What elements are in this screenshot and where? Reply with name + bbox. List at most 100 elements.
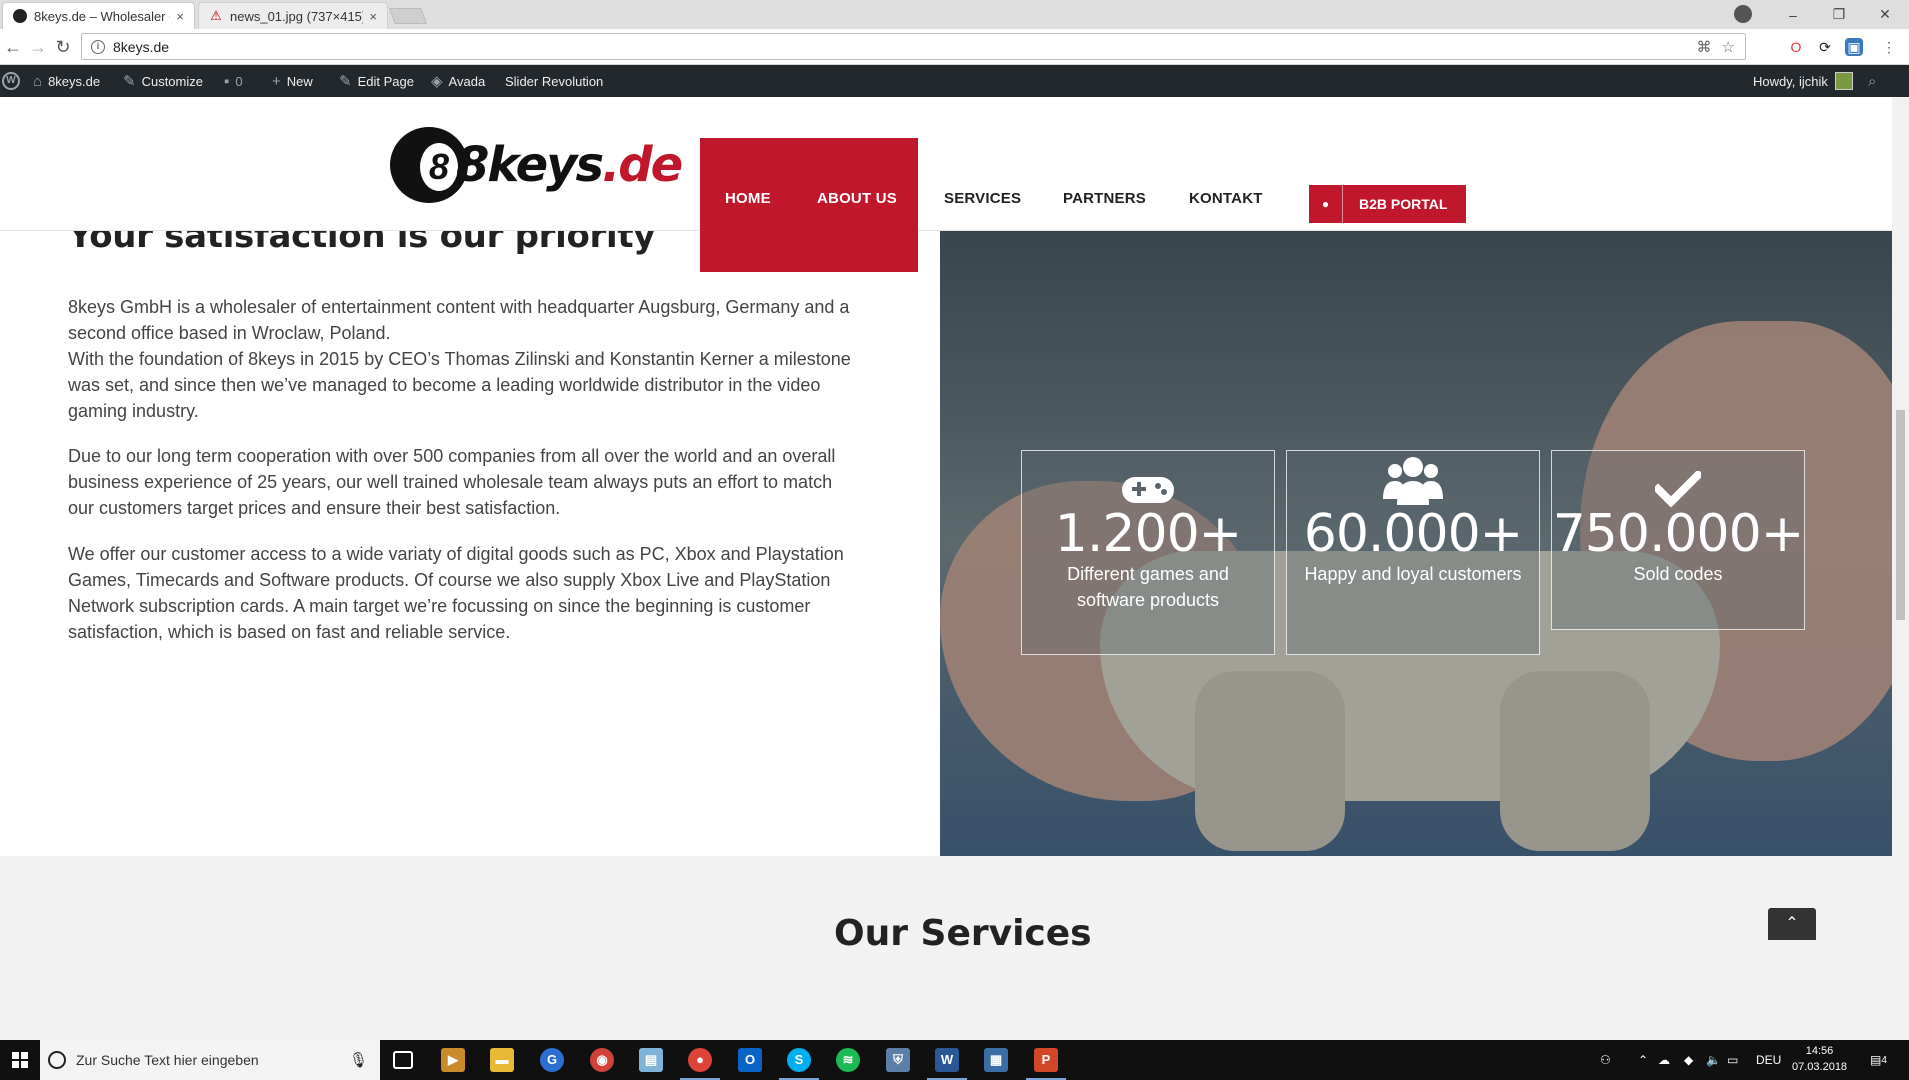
restore-button[interactable]: ❐ (1816, 0, 1862, 29)
app-shield-icon[interactable]: ⛨ (886, 1048, 910, 1072)
logo-text-accent: .de (602, 137, 683, 193)
wp-avada[interactable]: ◈ Avada (431, 65, 485, 97)
microphone-icon[interactable]: 🎙 (349, 1051, 368, 1069)
profile-icon[interactable] (1734, 5, 1752, 23)
nav-services[interactable]: SERVICES (944, 190, 1021, 207)
wp-site-name[interactable]: ⌂ 8keys.de (33, 65, 100, 97)
wp-admin-bar: W ⌂ 8keys.de ✎ Customize ▪ 0 + New ✎ Edi… (0, 65, 1909, 97)
wp-edit-page[interactable]: ✎ Edit Page (339, 65, 414, 97)
app-chart-icon[interactable]: ▦ (984, 1048, 1008, 1072)
sync-extension-icon[interactable]: ⟳ (1816, 38, 1834, 56)
app-globe-icon[interactable]: ◉ (590, 1048, 614, 1072)
clock-time: 14:56 (1805, 1045, 1834, 1057)
logo-wordmark: 8keys.de (456, 137, 683, 193)
notification-count: 4 (1881, 1054, 1887, 1066)
stat-label: Different games and software products (1067, 564, 1229, 610)
bookmark-star-icon[interactable]: ☆ (1722, 38, 1735, 56)
skype-icon[interactable]: S (779, 1048, 819, 1080)
tab-title: 8keys.de – Wholesaler Of (34, 8, 171, 24)
minimize-button[interactable]: – (1770, 0, 1816, 29)
gamepad-photo: 1.200+ Different games and software prod… (940, 231, 1892, 856)
new-label: New (286, 73, 313, 89)
start-button[interactable] (0, 1040, 40, 1080)
tab-close-icon[interactable]: × (369, 9, 377, 24)
app-g-icon[interactable]: G (540, 1048, 564, 1072)
8keys-favicon-icon (13, 9, 27, 23)
nav-home[interactable]: HOME (725, 190, 771, 207)
taskbar-clock[interactable]: 14:56 07.03.2018 (1792, 1043, 1847, 1075)
reload-icon[interactable]: ↻ (52, 36, 74, 58)
howdy-label: Howdy, ijchik (1753, 73, 1828, 89)
back-arrow-icon[interactable]: ← (2, 36, 24, 58)
stat-codes: 750.000+ Sold codes (1551, 450, 1805, 630)
new-tab-button[interactable] (389, 8, 427, 24)
customize-label: Customize (141, 73, 203, 89)
warning-favicon-icon: ⚠ (210, 8, 222, 23)
onedrive-cloud-icon[interactable]: ☁ (1658, 1040, 1670, 1080)
wp-new[interactable]: + New (272, 65, 313, 97)
stat-number: 1.200+ (1054, 504, 1242, 564)
comment-count: 0 (235, 73, 243, 89)
site-info-icon[interactable]: i (91, 39, 105, 54)
taskbar-search[interactable]: Zur Suche Text hier eingeben 🎙 (40, 1040, 380, 1080)
browser-tab-strip: 8keys.de – Wholesaler Of × ⚠ news_01.jpg… (0, 0, 1909, 29)
stat-label: Happy and loyal customers (1304, 564, 1522, 584)
people-icon[interactable]: ⚇ (1600, 1040, 1611, 1080)
users-icon (1287, 451, 1539, 507)
checkmark-icon (1552, 451, 1804, 507)
action-center-icon[interactable]: ▤ 4 (1870, 1040, 1887, 1080)
outlook-icon[interactable]: O (738, 1048, 762, 1072)
page-scrollbar[interactable] (1892, 97, 1909, 1040)
scrollbar-thumb[interactable] (1896, 410, 1905, 620)
windows-logo-icon (12, 1052, 28, 1068)
comment-bubble-icon: ▪ (224, 72, 230, 90)
nav-kontakt[interactable]: KONTAKT (1189, 190, 1263, 207)
browser-menu-icon[interactable]: ⋮ (1880, 38, 1898, 56)
brush-icon: ✎ (123, 73, 136, 90)
forward-arrow-icon[interactable]: → (27, 36, 49, 58)
stat-number: 60.000+ (1303, 504, 1524, 564)
spotify-icon[interactable]: ≋ (836, 1048, 860, 1072)
avatar (1834, 72, 1853, 90)
network-icon[interactable]: ▭ (1727, 1040, 1738, 1080)
close-window-button[interactable]: ✕ (1862, 0, 1908, 29)
b2b-portal-button[interactable]: ● B2B PORTAL (1309, 185, 1466, 223)
media-player-icon[interactable]: ▶ (441, 1048, 465, 1072)
site-logo[interactable]: 8 8keys.de (390, 127, 683, 207)
chrome-icon[interactable]: ● (680, 1048, 720, 1080)
wp-customize[interactable]: ✎ Customize (123, 65, 203, 97)
windows-taskbar: Zur Suche Text hier eingeben 🎙 ▶ ▬ G ◉ ▤… (0, 1040, 1909, 1080)
nav-partners[interactable]: PARTNERS (1063, 190, 1146, 207)
b2b-label: B2B PORTAL (1359, 196, 1448, 212)
nav-about-us[interactable]: ABOUT US (817, 190, 897, 207)
wp-slider-revolution[interactable]: Slider Revolution (505, 65, 603, 97)
task-view-icon[interactable] (393, 1051, 413, 1069)
tab-close-icon[interactable]: × (176, 9, 184, 24)
speaker-icon[interactable]: 🔈 (1706, 1040, 1721, 1080)
scroll-to-top-button[interactable]: ⌃ (1768, 908, 1816, 940)
language-indicator[interactable]: DEU (1756, 1040, 1781, 1080)
app-notes-icon[interactable]: ▤ (639, 1048, 663, 1072)
file-explorer-icon[interactable]: ▬ (490, 1048, 514, 1072)
wp-comments[interactable]: ▪ 0 (224, 65, 243, 97)
tray-overflow-chevron-icon[interactable]: ⌃ (1638, 1040, 1648, 1080)
word-icon[interactable]: W (927, 1048, 967, 1080)
cortana-icon (48, 1051, 66, 1069)
avada-icon: ◈ (431, 73, 443, 90)
tab-8keys[interactable]: 8keys.de – Wholesaler Of × (2, 2, 195, 29)
dropbox-icon[interactable]: ◆ (1684, 1040, 1693, 1080)
tab-news-image[interactable]: ⚠ news_01.jpg (737×415) × (198, 2, 388, 29)
wp-howdy[interactable]: Howdy, ijchik (1753, 65, 1853, 97)
wordpress-logo-icon[interactable]: W (2, 65, 20, 97)
screenshot-extension-icon[interactable]: ▣ (1845, 38, 1863, 56)
address-bar[interactable]: i ⌘ ☆ (81, 33, 1746, 60)
avada-label: Avada (448, 73, 486, 89)
translate-icon[interactable]: ⌘ (1697, 38, 1712, 56)
url-input[interactable] (113, 38, 1697, 55)
powerpoint-icon[interactable]: P (1026, 1048, 1066, 1080)
user-icon: ● (1309, 185, 1343, 223)
search-icon[interactable]: ⌕ (1868, 65, 1876, 97)
opera-extension-icon[interactable]: O (1787, 38, 1805, 56)
gamepad-icon (1022, 451, 1274, 507)
stat-customers: 60.000+ Happy and loyal customers (1286, 450, 1540, 655)
